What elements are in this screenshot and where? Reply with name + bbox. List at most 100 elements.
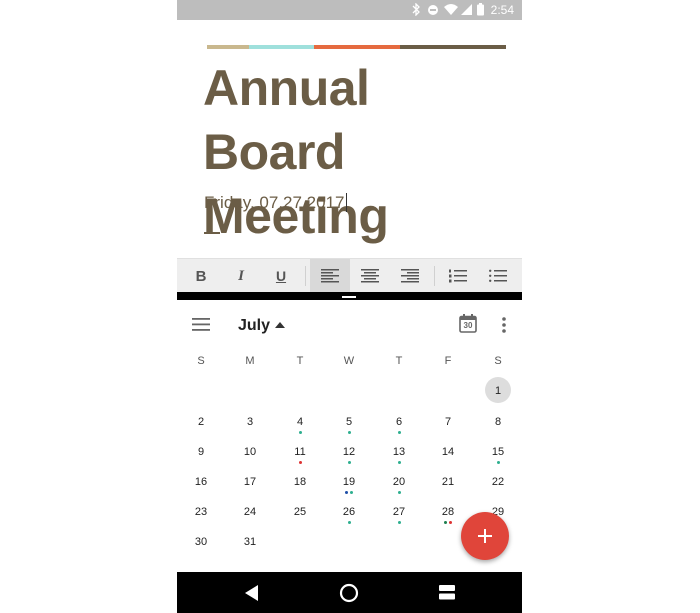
calendar-day[interactable]: 6 (384, 414, 414, 440)
stripe-segment-orange (314, 45, 400, 49)
align-right-button[interactable] (390, 259, 430, 293)
stripe-segment-tan (207, 45, 249, 49)
event-dot (449, 521, 452, 524)
italic-icon: I (238, 267, 244, 284)
day-number: 8 (494, 416, 502, 428)
event-dot (347, 521, 351, 524)
phone-screen: 2:54 Annual Board Meeting Friday, 07.27.… (177, 0, 522, 613)
do-not-disturb-icon (428, 5, 438, 15)
more-options-icon[interactable] (502, 317, 506, 333)
day-number: 30 (194, 536, 208, 548)
calendar-day[interactable]: 7 (433, 414, 463, 440)
align-left-button[interactable] (310, 259, 350, 293)
back-icon[interactable] (245, 585, 259, 601)
event-indicators (384, 491, 414, 495)
event-dot (345, 491, 348, 494)
calendar-day[interactable]: 21 (433, 474, 463, 500)
document-subtitle[interactable]: Friday, 07.27.2017 (204, 193, 345, 212)
calendar-day[interactable]: 22 (483, 474, 513, 500)
calendar-day[interactable]: 20 (384, 474, 414, 500)
calendar-day[interactable]: 18 (285, 474, 315, 500)
calendar-day[interactable]: 17 (235, 474, 265, 500)
home-icon[interactable] (339, 583, 359, 603)
day-number: 14 (441, 446, 455, 458)
calendar-day[interactable]: 15 (483, 444, 513, 470)
text-cursor (345, 193, 347, 212)
weekday-header: T (395, 355, 403, 367)
calendar-day[interactable]: 19 (334, 474, 364, 500)
day-number: 21 (441, 476, 455, 488)
day-number: 19 (342, 476, 356, 488)
bluetooth-icon (412, 3, 420, 16)
calendar-day[interactable]: 12 (334, 444, 364, 470)
calendar-day[interactable]: 4 (285, 414, 315, 440)
recents-icon[interactable] (439, 585, 455, 600)
align-center-button[interactable] (350, 259, 390, 293)
calendar-day[interactable]: 3 (235, 414, 265, 440)
day-number: 26 (342, 506, 356, 518)
event-indicators (334, 491, 364, 495)
underline-button[interactable]: U (261, 259, 301, 293)
event-dot (444, 521, 447, 524)
calendar-day[interactable]: 8 (483, 414, 513, 440)
month-selector[interactable]: July (238, 317, 270, 335)
italic-button[interactable]: I (221, 259, 261, 293)
event-dot (397, 431, 401, 434)
calendar-day[interactable]: 14 (433, 444, 463, 470)
bulleted-list-icon (489, 269, 507, 282)
calendar-day[interactable]: 16 (186, 474, 216, 500)
day-number: 25 (293, 506, 307, 518)
calendar-header: July 30 (177, 305, 522, 345)
calendar-day[interactable]: 31 (235, 534, 265, 560)
event-dot (397, 521, 401, 524)
event-dot (347, 431, 351, 434)
weekday-header: M (245, 355, 255, 367)
format-toolbar: B I U (177, 258, 522, 293)
day-number: 12 (342, 446, 356, 458)
calendar-day[interactable]: 23 (186, 504, 216, 530)
event-dot (397, 461, 401, 464)
today-date: 30 (463, 321, 473, 330)
event-dot (496, 461, 500, 464)
document-subtitle-line[interactable]: Friday, 07.27.2017 (204, 193, 347, 213)
today-button[interactable]: 30 (459, 314, 477, 333)
calendar-day[interactable]: 30 (186, 534, 216, 560)
status-bar: 2:54 (177, 0, 522, 20)
bold-button[interactable]: B (181, 259, 221, 293)
event-dot (298, 431, 302, 434)
calendar-day[interactable]: 9 (186, 444, 216, 470)
calendar-day[interactable]: 5 (334, 414, 364, 440)
calendar-day[interactable]: 24 (235, 504, 265, 530)
day-number: 22 (491, 476, 505, 488)
calendar-day[interactable]: 13 (384, 444, 414, 470)
plus-icon (478, 529, 492, 543)
numbered-list-icon (449, 269, 467, 283)
event-indicators (334, 461, 364, 465)
calendar-day[interactable]: 1 (483, 377, 513, 409)
day-number: 16 (194, 476, 208, 488)
day-number: 24 (243, 506, 257, 518)
event-indicators (334, 521, 364, 525)
caret-up-icon[interactable] (275, 322, 285, 328)
day-number: 20 (392, 476, 406, 488)
numbered-list-button[interactable] (438, 259, 478, 293)
toolbar-separator (305, 266, 306, 286)
event-indicators (483, 461, 513, 465)
menu-icon[interactable] (192, 318, 210, 331)
calendar-day[interactable]: 10 (235, 444, 265, 470)
calendar-day[interactable]: 26 (334, 504, 364, 530)
day-number: 13 (392, 446, 406, 458)
calendar-day[interactable]: 27 (384, 504, 414, 530)
day-number: 23 (194, 506, 208, 518)
calendar-day[interactable]: 25 (285, 504, 315, 530)
add-event-button[interactable] (461, 512, 509, 560)
toolbar-separator (434, 266, 435, 286)
day-number: 3 (246, 416, 254, 428)
calendar-day[interactable]: 11 (285, 444, 315, 470)
split-screen-handle[interactable] (342, 296, 356, 298)
calendar-day[interactable]: 2 (186, 414, 216, 440)
calendar-day[interactable]: 28 (433, 504, 463, 530)
document-title[interactable]: Annual Board Meeting (203, 56, 513, 248)
bulleted-list-button[interactable] (478, 259, 518, 293)
event-indicators (433, 521, 463, 525)
